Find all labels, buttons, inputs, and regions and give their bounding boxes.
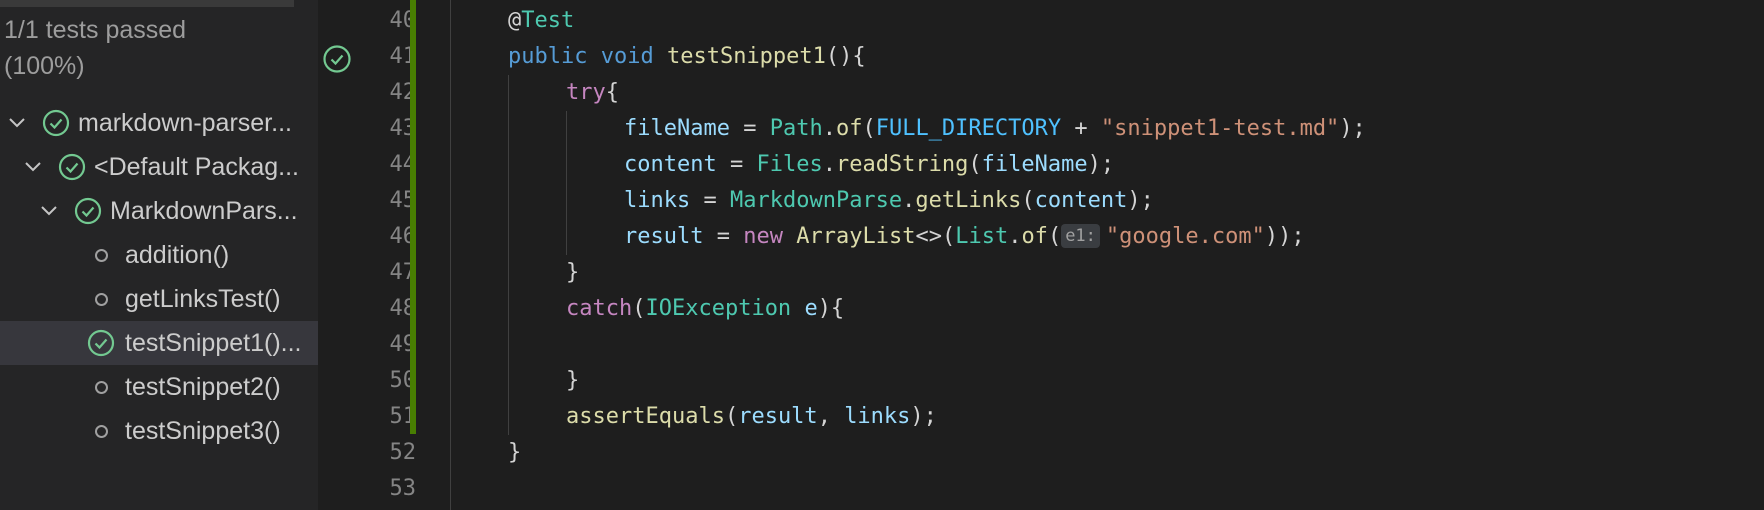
test-summary: 1/1 tests passed (100%) bbox=[4, 12, 284, 84]
test-summary-percent: (100%) bbox=[4, 52, 85, 80]
line-number: 46 bbox=[389, 224, 417, 249]
line-number: 52 bbox=[389, 440, 417, 465]
code-line-52: } bbox=[508, 440, 522, 465]
indent-guide bbox=[566, 111, 567, 255]
test-passed-icon bbox=[58, 153, 86, 181]
chevron-down-icon[interactable] bbox=[22, 156, 44, 178]
line-number: 53 bbox=[389, 476, 417, 501]
tree-item-test-addition[interactable]: addition() bbox=[0, 233, 318, 277]
test-passed-icon bbox=[74, 197, 102, 225]
tree-item-class[interactable]: MarkdownPars... bbox=[0, 189, 318, 233]
chevron-down-icon[interactable] bbox=[6, 112, 28, 134]
line-number: 47 bbox=[389, 260, 417, 285]
line-number: 41 bbox=[389, 44, 417, 69]
run-test-passed-icon[interactable] bbox=[322, 44, 352, 74]
tree-item-label: testSnippet3() bbox=[125, 416, 281, 445]
code-line-46: result = new ArrayList<>(List.of(e1: "goo… bbox=[624, 224, 1305, 249]
line-number: 49 bbox=[389, 332, 417, 357]
code-line-50: } bbox=[566, 368, 580, 393]
tree-item-test-snippet2[interactable]: testSnippet2() bbox=[0, 365, 318, 409]
code-line-44: content = Files.readString(fileName); bbox=[624, 152, 1115, 177]
code-line-48: catch(IOException e){ bbox=[566, 296, 845, 321]
tree-item-label: MarkdownPars... bbox=[110, 196, 298, 225]
code-line-45: links = MarkdownParse.getLinks(content); bbox=[624, 188, 1154, 213]
tree-item-label: markdown-parser... bbox=[78, 108, 292, 137]
tree-item-label: getLinksTest() bbox=[125, 284, 281, 313]
tree-item-label: testSnippet1()... bbox=[125, 328, 302, 357]
code-line-42: try{ bbox=[566, 80, 619, 105]
tree-item-package[interactable]: <Default Packag... bbox=[0, 145, 318, 189]
tree-item-test-snippet1[interactable]: testSnippet1()... bbox=[0, 321, 318, 365]
line-number: 43 bbox=[389, 116, 417, 141]
tree-item-test-getlinks[interactable]: getLinksTest() bbox=[0, 277, 318, 321]
chevron-down-icon[interactable] bbox=[38, 200, 60, 222]
test-not-run-icon bbox=[95, 380, 108, 394]
tree-item-label: addition() bbox=[125, 240, 230, 269]
sidebar-scrollbar[interactable] bbox=[0, 0, 294, 7]
test-explorer-sidebar: 1/1 tests passed (100%) markdown-parser.… bbox=[0, 0, 318, 510]
test-not-run-icon bbox=[95, 248, 108, 262]
line-number: 50 bbox=[389, 368, 417, 393]
line-number: 48 bbox=[389, 296, 417, 321]
code-line-43: fileName = Path.of(FULL_DIRECTORY + "sni… bbox=[624, 116, 1366, 141]
test-not-run-icon bbox=[95, 424, 108, 438]
tree-item-label: <Default Packag... bbox=[94, 152, 299, 181]
tree-item-test-snippet3[interactable]: testSnippet3() bbox=[0, 409, 318, 453]
test-summary-count: 1/1 tests passed bbox=[4, 16, 187, 44]
tree-item-project[interactable]: markdown-parser... bbox=[0, 101, 318, 145]
code-line-47: } bbox=[566, 260, 580, 285]
code-line-41: public void testSnippet1(){ bbox=[508, 44, 866, 69]
indent-guide bbox=[450, 0, 451, 510]
line-number: 40 bbox=[389, 8, 417, 33]
code-line-51: assertEquals(result, links); bbox=[566, 404, 937, 429]
parameter-inlay-hint: e1: bbox=[1061, 224, 1100, 248]
test-not-run-icon bbox=[95, 292, 108, 306]
line-number: 42 bbox=[389, 80, 417, 105]
code-line-40: @Test bbox=[508, 8, 575, 33]
code-editor[interactable]: 40 41 42 43 44 45 46 47 48 49 50 51 52 5… bbox=[318, 0, 1764, 510]
line-number: 44 bbox=[389, 152, 417, 177]
line-number: 45 bbox=[389, 188, 417, 213]
line-number: 51 bbox=[389, 404, 417, 429]
tree-item-label: testSnippet2() bbox=[125, 372, 281, 401]
modified-lines-indicator[interactable] bbox=[410, 0, 416, 434]
test-passed-icon bbox=[87, 329, 115, 357]
test-passed-icon bbox=[42, 109, 70, 137]
indent-guide bbox=[508, 75, 509, 435]
